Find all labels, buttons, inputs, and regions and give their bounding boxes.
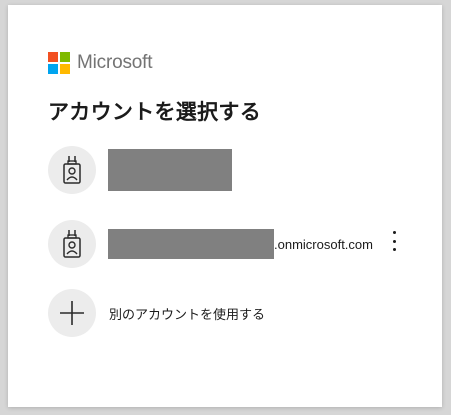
use-another-account-button[interactable]: 別のアカウントを使用する — [48, 286, 398, 340]
redacted-account-name — [108, 149, 232, 191]
account-tile-2[interactable]: .onmicrosoft.com — [48, 217, 398, 271]
use-another-account-label: 別のアカウントを使用する — [109, 307, 266, 323]
badge-icon — [63, 230, 81, 258]
account-avatar — [48, 220, 96, 268]
more-vertical-icon[interactable] — [390, 231, 398, 251]
account-avatar — [48, 146, 96, 194]
plus-icon-circle — [48, 289, 96, 337]
dialog-backdrop: Microsoft アカウントを選択する .onmicrosoft.com 別の… — [0, 0, 451, 415]
microsoft-logo: Microsoft — [48, 52, 152, 74]
microsoft-logo-icon — [48, 52, 70, 74]
account-email-suffix: .onmicrosoft.com — [274, 237, 373, 252]
plus-icon — [60, 301, 84, 325]
badge-icon — [63, 156, 81, 184]
account-picker-card: Microsoft アカウントを選択する .onmicrosoft.com 別の… — [8, 5, 442, 407]
page-title: アカウントを選択する — [48, 100, 261, 124]
brand-name: Microsoft — [77, 52, 153, 73]
account-tile-1[interactable] — [48, 143, 398, 197]
redacted-account-email — [108, 229, 274, 259]
